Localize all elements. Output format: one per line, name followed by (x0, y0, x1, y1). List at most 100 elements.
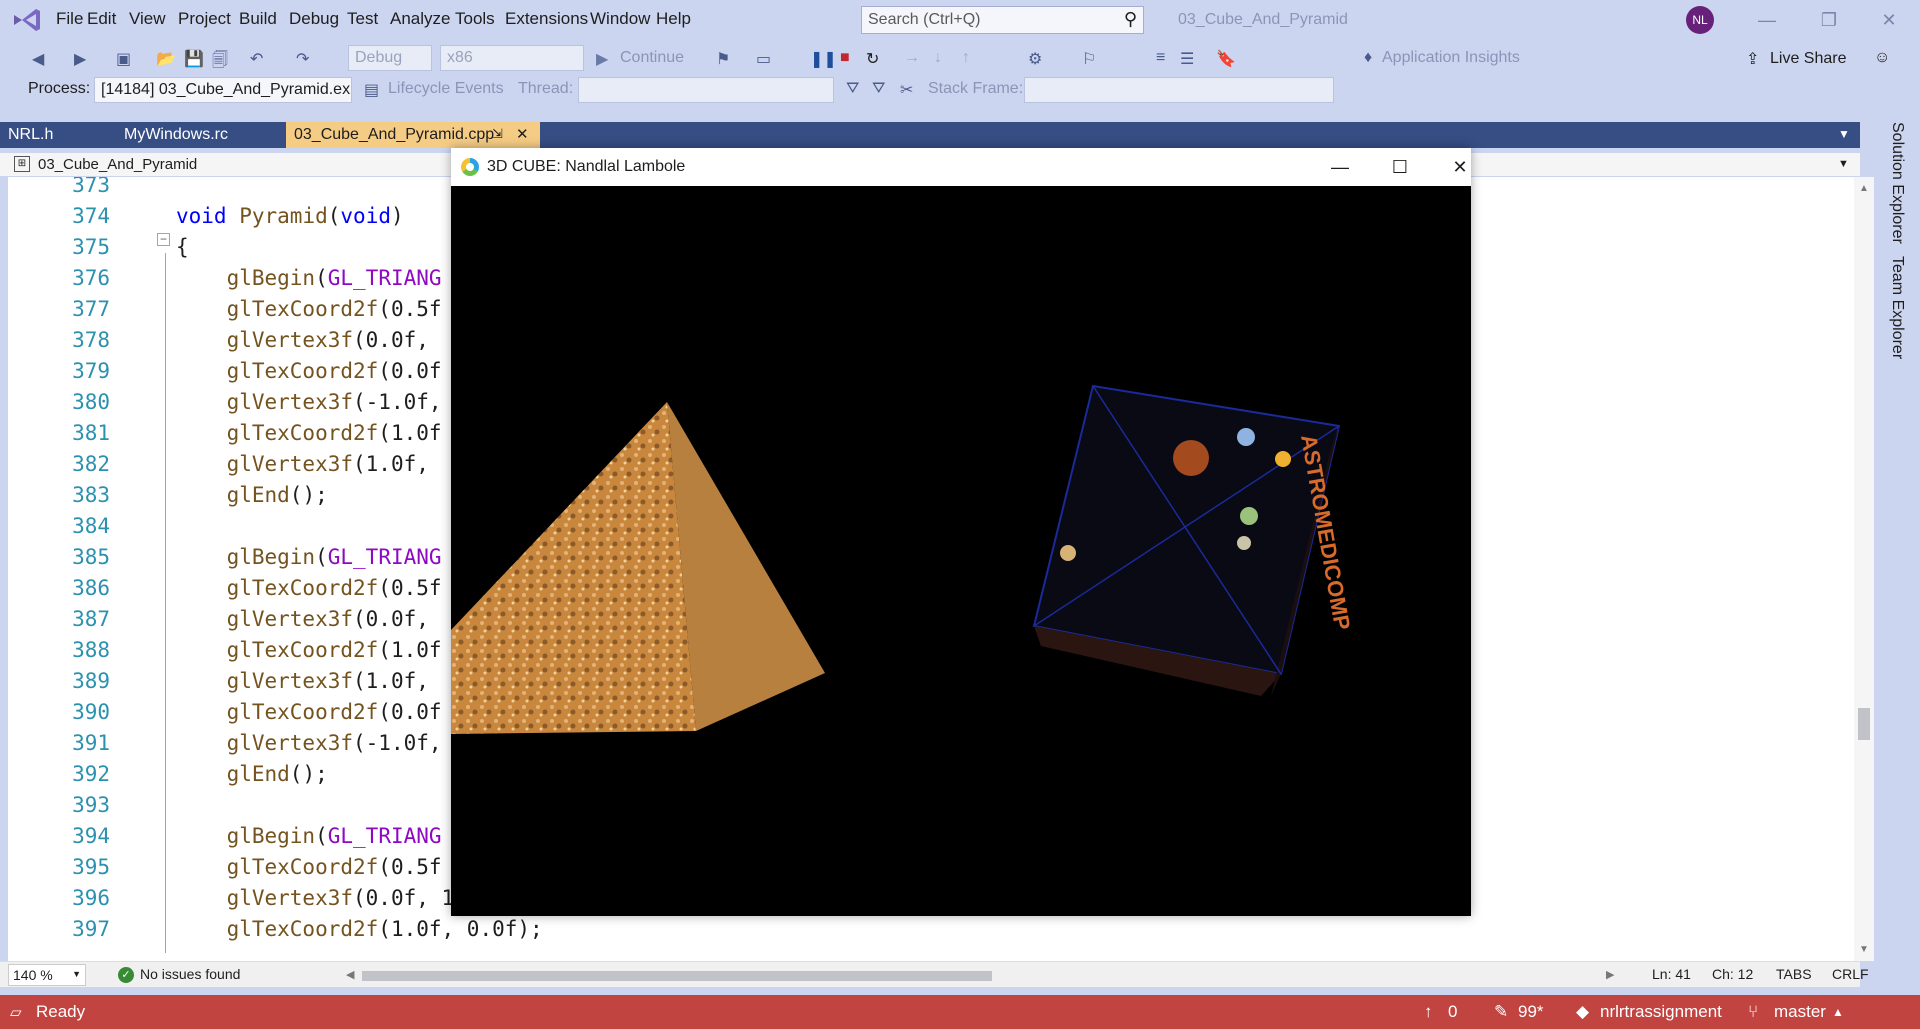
search-box[interactable]: Search (Ctrl+Q) ⚲ (861, 6, 1144, 34)
filter-icon[interactable]: ⛛ (846, 80, 859, 98)
gl-maximize-button[interactable]: ☐ (1377, 154, 1423, 180)
gl-minimize-button[interactable]: — (1317, 154, 1363, 180)
code-line[interactable]: glEnd(); (176, 483, 328, 507)
menu-item-test[interactable]: Test (347, 9, 378, 29)
lifecycle-events-button[interactable]: Lifecycle Events (388, 80, 504, 98)
close-tab-icon[interactable]: ✕ (516, 125, 529, 143)
feedback-icon[interactable]: ☺ (1874, 49, 1890, 67)
code-line[interactable]: glTexCoord2f(1.0f (176, 421, 442, 445)
code-line[interactable]: void Pyramid(void) (176, 204, 404, 228)
indent-mode[interactable]: TABS (1776, 966, 1812, 982)
tab-nrl-h[interactable]: NRL.h (0, 122, 116, 148)
continue-icon[interactable]: ▶ (596, 49, 608, 69)
save-icon[interactable]: 💾 (184, 49, 204, 69)
comment-icon[interactable]: ☰ (1180, 49, 1194, 69)
flag-threads-icon[interactable]: ✂ (900, 80, 913, 100)
unpushed-count[interactable]: 0 (1448, 1002, 1457, 1022)
close-button[interactable]: ✕ (1866, 6, 1912, 34)
opengl-titlebar[interactable]: 3D CUBE: Nandlal Lambole — ☐ ✕ (451, 148, 1471, 186)
vertical-scrollbar[interactable]: ▲ ▼ (1854, 177, 1874, 961)
app-insights-button[interactable]: Application Insights (1382, 49, 1520, 67)
menu-item-debug[interactable]: Debug (289, 9, 339, 29)
zoom-select[interactable]: 140 % ▼ (8, 964, 86, 986)
tab-mywindows-rc[interactable]: MyWindows.rc (116, 122, 286, 148)
code-line[interactable]: glBegin(GL_TRIANG (176, 824, 442, 848)
scroll-right-icon[interactable]: ▶ (1606, 968, 1614, 981)
code-line[interactable]: { (176, 235, 189, 259)
scroll-left-icon[interactable]: ◀ (346, 968, 354, 981)
code-line[interactable]: glTexCoord2f(0.5f (176, 297, 442, 321)
pending-changes[interactable]: 99* (1518, 1002, 1544, 1022)
menu-item-tools[interactable]: Tools (455, 9, 495, 29)
indent-icon[interactable]: ≡ (1156, 49, 1165, 67)
step-into-icon[interactable]: ↓ (934, 49, 942, 67)
code-line[interactable]: glVertex3f(1.0f, (176, 452, 429, 476)
app-insights-icon[interactable]: ♦ (1364, 49, 1372, 67)
branch-chevron-icon[interactable]: ▲ (1832, 1005, 1844, 1019)
avatar[interactable]: NL (1686, 6, 1714, 34)
code-line[interactable]: glVertex3f(-1.0f, (176, 731, 442, 755)
horizontal-scroll-thumb[interactable] (362, 971, 992, 981)
code-line[interactable]: glTexCoord2f(1.0f (176, 638, 442, 662)
menu-item-file[interactable]: File (56, 9, 83, 29)
code-line[interactable]: glVertex3f(0.0f, (176, 607, 429, 631)
collapse-icon[interactable]: − (157, 233, 170, 246)
browse-icon[interactable]: ⚑ (716, 49, 730, 69)
project-dropdown[interactable]: 03_Cube_And_Pyramid (38, 156, 197, 173)
back-icon[interactable]: ◀ (32, 49, 44, 69)
branch-name[interactable]: master (1774, 1002, 1826, 1022)
redo-icon[interactable]: ↷ (296, 49, 309, 69)
restore-button[interactable]: ❐ (1806, 6, 1852, 34)
new-project-icon[interactable]: ▣ (116, 49, 131, 69)
configuration-select[interactable]: Debug (348, 45, 432, 71)
repository-name[interactable]: nrlrtrassignment (1600, 1002, 1722, 1022)
open-file-icon[interactable]: 📂 (156, 49, 176, 69)
undo-icon[interactable]: ↶ (250, 49, 263, 69)
platform-select[interactable]: x86 (440, 45, 584, 71)
navbar-dropdown-icon[interactable]: ▼ (1838, 158, 1849, 170)
line-number[interactable]: Ln: 41 (1652, 966, 1691, 982)
scroll-down-icon[interactable]: ▼ (1859, 944, 1869, 955)
code-line[interactable]: glBegin(GL_TRIANG (176, 545, 442, 569)
minimize-button[interactable]: — (1744, 6, 1790, 34)
code-line[interactable]: glTexCoord2f(0.0f (176, 700, 442, 724)
code-line[interactable]: glBegin(GL_TRIANG (176, 266, 442, 290)
step-over-icon[interactable]: → (904, 49, 920, 67)
menu-item-analyze[interactable]: Analyze (390, 9, 450, 29)
stop-icon[interactable]: ■ (840, 49, 850, 67)
solution-explorer-tab[interactable]: Solution Explorer (1888, 122, 1906, 244)
pause-icon[interactable]: ❚❚ (810, 49, 837, 69)
screen-icon[interactable]: ▭ (756, 49, 771, 69)
live-share-button[interactable]: Live Share (1770, 50, 1847, 68)
code-line[interactable]: glTexCoord2f(0.5f (176, 855, 442, 879)
column-number[interactable]: Ch: 12 (1712, 966, 1753, 982)
vertical-scroll-thumb[interactable] (1858, 708, 1870, 740)
breakpoint-icon[interactable]: ⚐ (1082, 49, 1096, 69)
filter-clear-icon[interactable]: ⛛ (872, 80, 885, 98)
code-line[interactable]: glTexCoord2f(0.0f (176, 359, 442, 383)
code-line[interactable]: glEnd(); (176, 762, 328, 786)
menu-item-extensions[interactable]: Extensions (505, 9, 588, 29)
restart-icon[interactable]: ↻ (866, 49, 879, 69)
menu-item-project[interactable]: Project (178, 9, 231, 29)
line-ending[interactable]: CRLF (1832, 966, 1869, 982)
forward-icon[interactable]: ▶ (74, 49, 86, 69)
thread-select[interactable] (578, 77, 834, 103)
team-explorer-tab[interactable]: Team Explorer (1888, 256, 1906, 359)
menu-item-window[interactable]: Window (590, 9, 650, 29)
code-line[interactable]: glVertex3f(-1.0f, (176, 390, 442, 414)
menu-item-view[interactable]: View (129, 9, 166, 29)
stack-frame-select[interactable] (1024, 77, 1334, 103)
scroll-up-icon[interactable]: ▲ (1859, 183, 1869, 194)
tab-overflow-icon[interactable]: ▼ (1838, 127, 1850, 141)
diagnostics-icon[interactable]: ⚙ (1028, 49, 1042, 69)
process-select[interactable]: [14184] 03_Cube_And_Pyramid.ex (94, 77, 352, 103)
gl-close-button[interactable]: ✕ (1437, 154, 1483, 180)
bookmark-icon[interactable]: 🔖 (1216, 49, 1236, 69)
issues-status[interactable]: No issues found (140, 966, 240, 982)
share-icon[interactable]: ⇪ (1746, 49, 1759, 69)
step-out-icon[interactable]: ↑ (962, 49, 970, 67)
code-line[interactable]: glTexCoord2f(1.0f, 0.0f); (176, 917, 543, 941)
opengl-canvas[interactable]: ASTROMEDICOMP (451, 186, 1471, 916)
menu-item-edit[interactable]: Edit (87, 9, 116, 29)
